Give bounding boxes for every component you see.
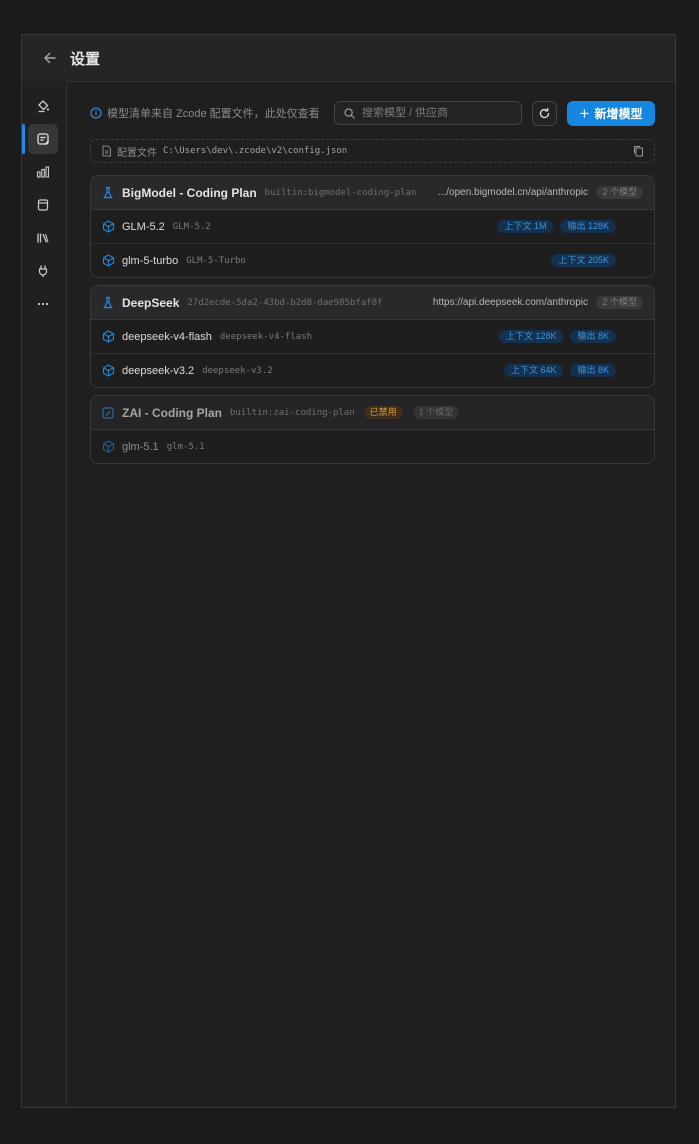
model-count-badge: 1 个模型	[412, 406, 460, 419]
back-button[interactable]	[40, 48, 60, 68]
context-tag: 上下文 205K	[551, 254, 616, 267]
model-cube-icon	[102, 440, 115, 453]
model-cube-icon	[102, 220, 115, 233]
model-row[interactable]: GLM-5.2 GLM-5.2 上下文 1M 输出 128K	[91, 210, 654, 244]
output-tag: 输出 8K	[570, 330, 616, 343]
provider-icon	[103, 296, 113, 309]
more-icon	[37, 302, 49, 306]
provider-header[interactable]: ZAI - Coding Plan builtin:zai-coding-pla…	[91, 396, 654, 430]
sidebar-item-library[interactable]	[28, 223, 58, 253]
readonly-notice: 模型清单来自 Zcode 配置文件，此处仅查看	[90, 105, 320, 121]
model-name: GLM-5.2	[122, 220, 165, 233]
disabled-badge: 已禁用	[363, 406, 403, 419]
sidebar-item-models[interactable]	[28, 124, 58, 154]
sidebar-active-indicator	[22, 124, 25, 154]
model-row[interactable]: glm-5-turbo GLM-5-Turbo 上下文 205K	[91, 244, 654, 277]
context-tag: 上下文 128K	[498, 330, 564, 343]
model-row[interactable]: deepseek-v4-flash deepseek-v4-flash 上下文 …	[91, 320, 654, 354]
add-model-button[interactable]: + 新增模型	[567, 101, 655, 126]
provider-url: .../open.bigmodel.cn/api/anthropic	[437, 187, 588, 198]
provider-id: builtin:zai-coding-plan	[230, 407, 355, 418]
model-list-icon	[37, 133, 49, 145]
provider-card-disabled: ZAI - Coding Plan builtin:zai-coding-pla…	[90, 395, 655, 464]
provider-icon	[103, 186, 113, 199]
model-id: GLM-5.2	[172, 221, 211, 232]
file-icon	[102, 145, 111, 157]
library-icon	[37, 233, 49, 243]
output-tag: 输出 128K	[560, 220, 616, 233]
provider-name: DeepSeek	[122, 295, 180, 310]
bar-chart-icon	[36, 166, 50, 178]
refresh-button[interactable]	[532, 101, 557, 126]
sidebar-item-usage[interactable]	[28, 157, 58, 187]
provider-url: https://api.deepseek.com/anthropic	[432, 297, 588, 308]
config-label: 配置文件	[117, 147, 157, 159]
provider-id: 27d2ecde-5da2-43bd-b2d8-dae985bfaf8f	[187, 297, 383, 308]
model-name: deepseek-v4-flash	[122, 330, 212, 343]
model-id: deepseek-v4-flash	[219, 331, 313, 342]
provider-header[interactable]: BigModel - Coding Plan builtin:bigmodel-…	[91, 176, 654, 210]
model-cube-icon	[102, 254, 115, 267]
arrow-left-icon	[44, 52, 56, 64]
provider-header[interactable]: DeepSeek 27d2ecde-5da2-43bd-b2d8-dae985b…	[91, 286, 654, 320]
model-id: GLM-5-Turbo	[186, 255, 246, 266]
model-count-badge: 2 个模型	[596, 186, 643, 199]
provider-id: builtin:bigmodel-coding-plan	[264, 187, 417, 198]
page-title: 设置	[70, 50, 101, 68]
plus-icon: +	[579, 104, 590, 123]
sidebar-item-storage[interactable]	[28, 190, 58, 220]
model-row[interactable]: deepseek-v3.2 deepseek-v3.2 上下文 64K 输出 8…	[91, 354, 654, 387]
add-model-label: 新增模型	[594, 107, 643, 121]
provider-name: BigModel - Coding Plan	[122, 185, 257, 200]
sidebar-item-appearance[interactable]	[28, 91, 58, 121]
database-icon	[37, 199, 49, 211]
model-cube-icon	[102, 330, 115, 343]
model-cube-icon	[102, 364, 115, 377]
model-id: deepseek-v3.2	[202, 365, 273, 376]
plug-icon	[38, 265, 48, 277]
provider-card: DeepSeek 27d2ecde-5da2-43bd-b2d8-dae985b…	[90, 285, 655, 388]
paint-bucket-icon	[38, 100, 50, 113]
provider-edit-icon	[102, 406, 114, 419]
sidebar-item-plugins[interactable]	[28, 256, 58, 286]
context-tag: 上下文 64K	[503, 364, 564, 377]
context-tag: 上下文 1M	[497, 220, 554, 233]
model-id: glm-5.1	[166, 441, 205, 452]
notice-text: 模型清单来自 Zcode 配置文件，此处仅查看	[107, 108, 320, 120]
model-name: deepseek-v3.2	[122, 364, 195, 377]
provider-card: BigModel - Coding Plan builtin:bigmodel-…	[90, 175, 655, 278]
model-name: glm-5-turbo	[122, 254, 179, 267]
titlebar: 设置	[22, 35, 675, 82]
provider-name: ZAI - Coding Plan	[122, 405, 222, 420]
search-icon	[344, 107, 355, 119]
model-name: glm-5.1	[122, 440, 159, 453]
sidebar-item-more[interactable]	[28, 289, 58, 319]
search-input[interactable]	[362, 107, 512, 119]
refresh-icon	[539, 107, 550, 119]
settings-window: 设置 模型清单来自 Zcode 配置文件，此处仅查看 搜索模型 / 供应商 + …	[21, 34, 676, 1108]
sidebar	[22, 81, 67, 1107]
info-icon	[90, 107, 102, 119]
config-path: C:\Users\dev\.zcode\v2\config.json	[163, 146, 348, 156]
output-tag: 输出 8K	[570, 364, 616, 377]
main-content: 模型清单来自 Zcode 配置文件，此处仅查看 + 新增模型 配置文件 C:\U…	[66, 81, 675, 1107]
config-path-bar: 配置文件 C:\Users\dev\.zcode\v2\config.json	[90, 139, 655, 163]
search-box[interactable]	[334, 101, 522, 125]
copy-icon[interactable]	[633, 145, 644, 157]
model-count-badge: 2 个模型	[596, 296, 643, 309]
model-row[interactable]: glm-5.1 glm-5.1	[91, 430, 654, 463]
